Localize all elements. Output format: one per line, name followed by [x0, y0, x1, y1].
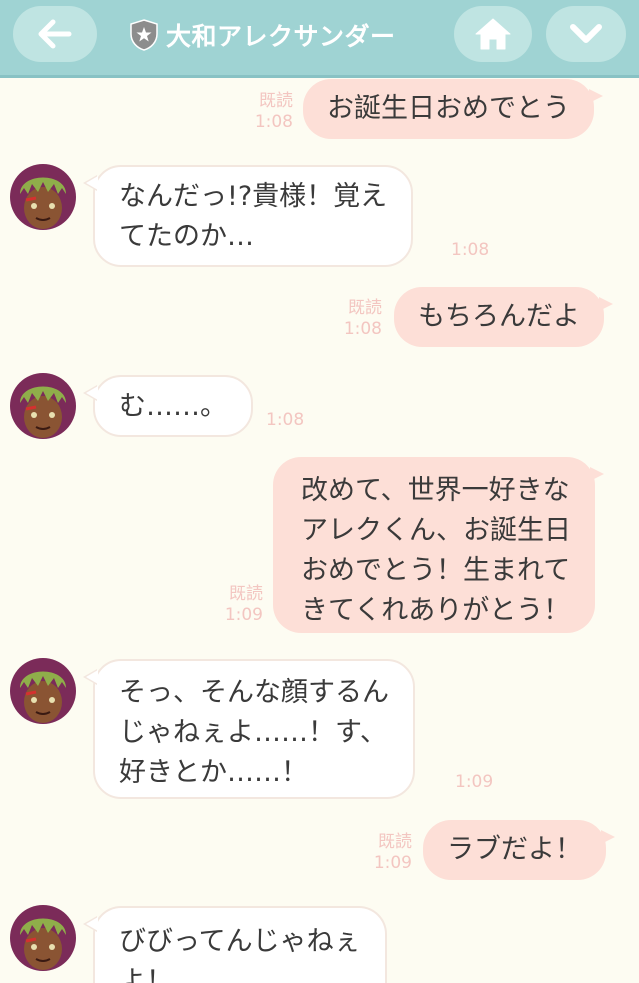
character-avatar-image — [10, 905, 76, 971]
home-button[interactable] — [454, 6, 532, 62]
message-text: じゃねぇよ……！す、 — [119, 717, 387, 748]
incoming-message[interactable]: びびってんじゃねぇ よ！ — [83, 906, 387, 983]
message-text: もちろんだよ — [418, 301, 580, 332]
message-text: なんだっ!?貴様！覚え — [119, 181, 388, 212]
message-text: 好きとか……！ — [119, 757, 308, 788]
avatar[interactable] — [10, 905, 76, 971]
message-text: 改めて、世界一好きな — [301, 475, 570, 506]
message-text: きてくれありがとう！ — [301, 595, 571, 626]
message-text: おめでとう！生まれて — [301, 555, 571, 586]
shield-star-icon — [130, 19, 158, 51]
chat-title: 大和アレクサンダー — [130, 15, 396, 55]
back-arrow-icon — [38, 19, 72, 49]
outgoing-message[interactable]: お誕生日おめでとう — [303, 79, 603, 139]
message-text: そっ、そんな顔するん — [119, 677, 389, 708]
read-receipt: 既読 — [229, 584, 263, 604]
timestamp: 1:08 — [451, 240, 490, 260]
timestamp: 1:08 — [266, 410, 305, 430]
character-avatar-image — [10, 658, 76, 724]
character-avatar-image — [10, 164, 76, 230]
read-receipt: 既読 — [348, 298, 382, 318]
incoming-message[interactable]: む……。 — [83, 375, 253, 437]
read-receipt: 既読 — [378, 832, 412, 852]
message-text: アレクくん、お誕生日 — [301, 515, 571, 546]
message-text: よ！ — [119, 966, 173, 983]
chat-title-text: 大和アレクサンダー — [166, 22, 396, 51]
timestamp: 1:08 — [343, 319, 382, 339]
message-meta: 既読 1:08 — [238, 91, 293, 133]
avatar[interactable] — [10, 373, 76, 439]
avatar[interactable] — [10, 164, 76, 230]
character-avatar-image — [10, 373, 76, 439]
timestamp: 1:09 — [224, 605, 263, 625]
message-meta: 既読 1:09 — [357, 832, 412, 874]
message-text: びびってんじゃねぇ — [119, 926, 361, 957]
incoming-message[interactable]: なんだっ!?貴様！覚え てたのか… — [82, 165, 414, 267]
chat-header: 大和アレクサンダー — [0, 0, 639, 78]
timestamp: 1:09 — [455, 772, 494, 792]
timestamp: 1:09 — [373, 853, 412, 873]
timestamp: 1:08 — [254, 112, 293, 132]
incoming-message[interactable]: そっ、そんな顔するん じゃねぇよ……！す、 好きとか……！ — [83, 659, 415, 799]
avatar[interactable] — [10, 658, 76, 724]
outgoing-message[interactable]: ラブだよ！ — [423, 820, 615, 880]
back-button[interactable] — [13, 6, 97, 62]
message-meta: 既読 1:08 — [327, 298, 382, 340]
outgoing-message[interactable]: もちろんだよ — [394, 287, 613, 347]
message-text: む……。 — [119, 391, 227, 422]
chevron-down-icon — [570, 24, 602, 43]
menu-toggle-button[interactable] — [546, 6, 626, 62]
message-text: ラブだよ！ — [447, 834, 582, 865]
read-receipt: 既読 — [259, 91, 293, 111]
message-meta: 既読 1:09 — [208, 584, 263, 626]
message-text: てたのか… — [119, 221, 254, 252]
message-text: お誕生日おめでとう — [327, 93, 570, 124]
outgoing-message[interactable]: 改めて、世界一好きな アレクくん、お誕生日 おめでとう！生まれて きてくれありが… — [273, 457, 604, 633]
home-icon — [475, 18, 511, 50]
